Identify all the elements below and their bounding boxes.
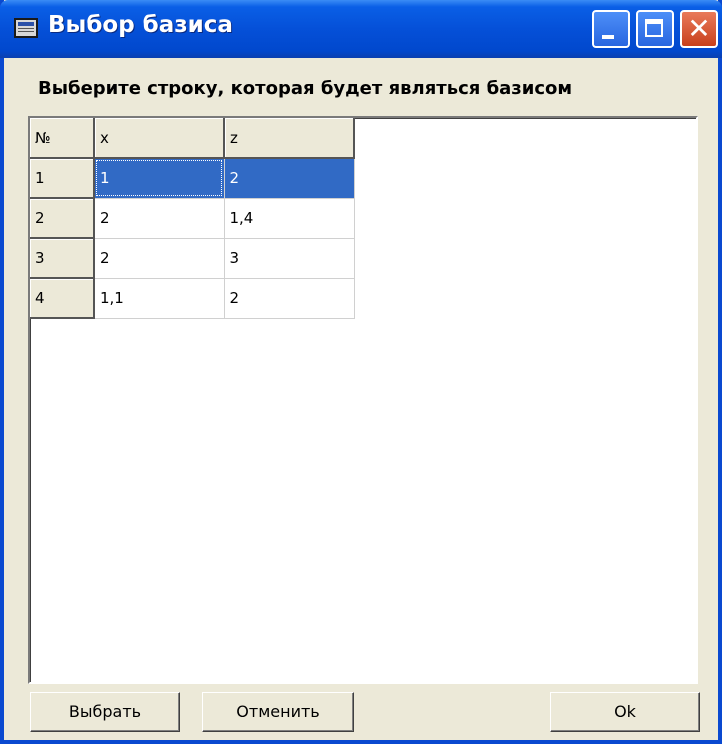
cell-x[interactable]: 2 [94, 238, 225, 279]
row-header[interactable]: 4 [30, 278, 95, 319]
close-button[interactable]: ✕ [680, 10, 718, 48]
row-header[interactable]: 2 [30, 198, 95, 239]
dialog-window: Выбор базиса ✕ Выберите строку, которая … [0, 0, 722, 744]
select-button[interactable]: Выбрать [30, 692, 180, 732]
cancel-button[interactable]: Отменить [202, 692, 354, 732]
cell-z[interactable]: 1,4 [224, 198, 355, 239]
cell-z[interactable]: 2 [224, 158, 355, 199]
cell-x[interactable]: 1,1 [94, 278, 225, 319]
row-header[interactable]: 1 [30, 158, 95, 199]
cell-x[interactable]: 2 [94, 198, 225, 239]
table-row[interactable]: 1 1 2 [30, 158, 355, 199]
table-row[interactable]: 2 2 1,4 [30, 198, 355, 239]
window-app-icon[interactable] [14, 18, 38, 38]
window-title: Выбор базиса [48, 12, 233, 38]
header-row: № x z [30, 118, 355, 159]
cell-z[interactable]: 3 [224, 238, 355, 279]
basis-grid[interactable]: № x z 1 1 2 2 2 1,4 3 2 3 4 1,1 2 [28, 116, 698, 684]
minimize-button[interactable] [592, 10, 630, 48]
ok-button[interactable]: Ok [550, 692, 700, 732]
column-header-z[interactable]: z [224, 118, 355, 159]
column-header-x[interactable]: x [94, 118, 225, 159]
cell-x[interactable]: 1 [94, 158, 225, 199]
title-bar[interactable]: Выбор базиса ✕ [0, 0, 722, 58]
table-row[interactable]: 4 1,1 2 [30, 278, 355, 319]
basis-table: № x z 1 1 2 2 2 1,4 3 2 3 4 1,1 2 [30, 118, 355, 319]
row-header[interactable]: 3 [30, 238, 95, 279]
table-row[interactable]: 3 2 3 [30, 238, 355, 279]
cell-z[interactable]: 2 [224, 278, 355, 319]
instruction-label: Выберите строку, которая будет являться … [38, 78, 573, 99]
maximize-button[interactable] [636, 10, 674, 48]
column-header-num[interactable]: № [30, 118, 95, 159]
close-icon: ✕ [687, 12, 711, 45]
